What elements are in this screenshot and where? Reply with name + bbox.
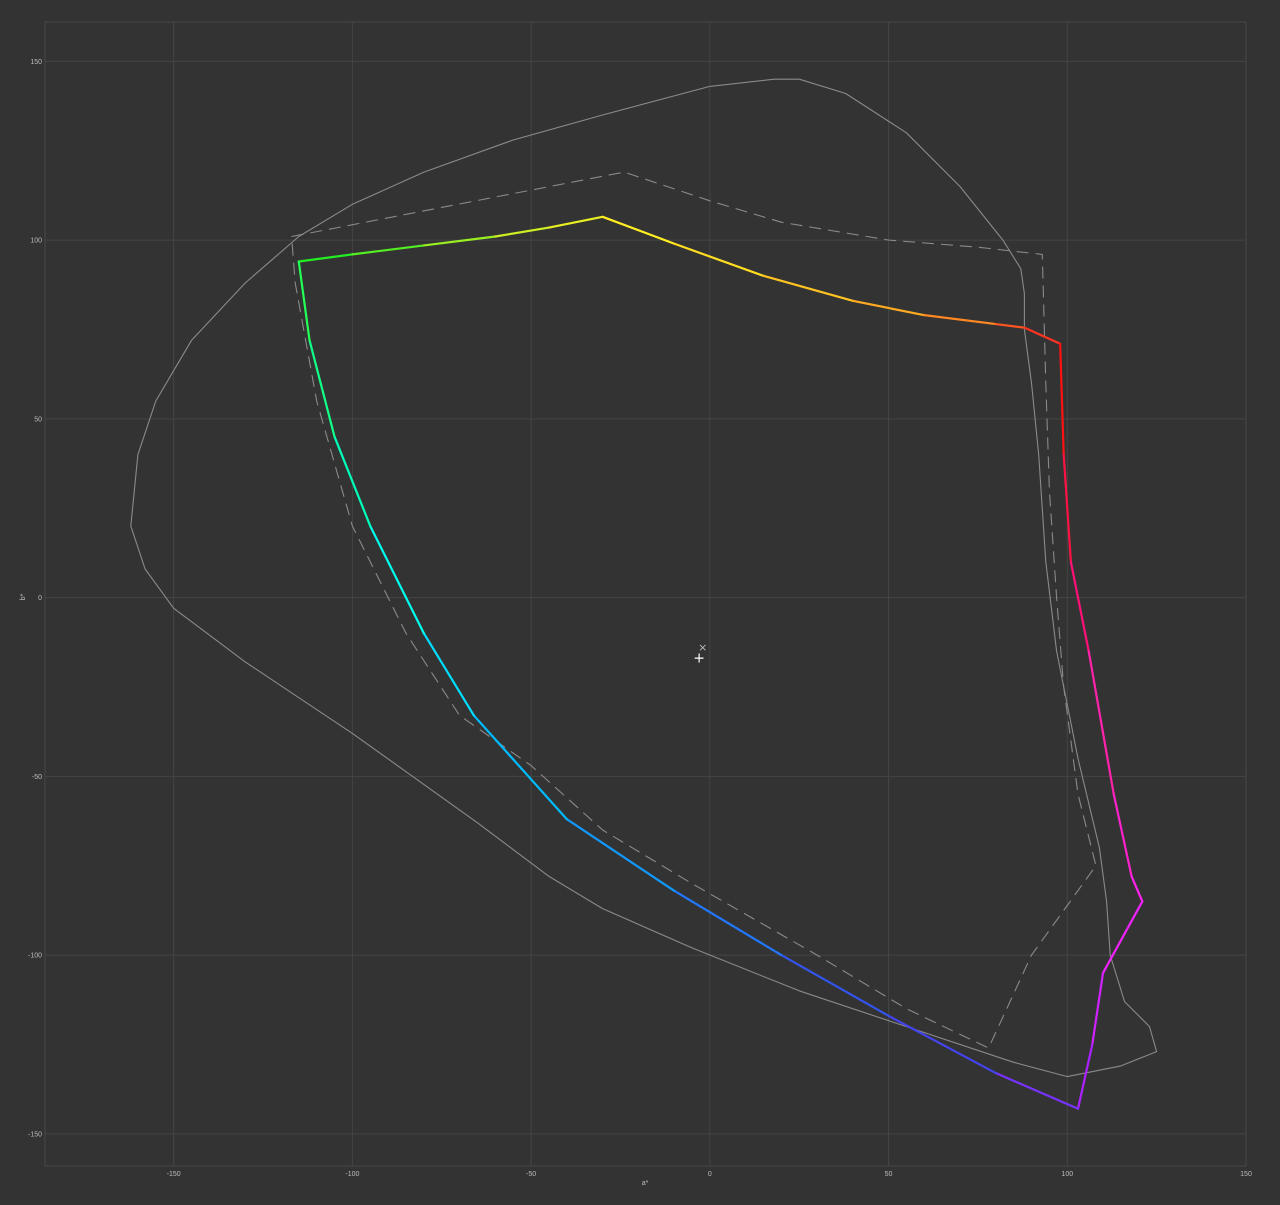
y-tick-label: 150 [30, 59, 42, 66]
x-tick-label: 50 [885, 1171, 893, 1178]
chart-background [0, 0, 1280, 1205]
x-tick-label: -50 [526, 1171, 536, 1178]
x-tick-label: 150 [1240, 1171, 1252, 1178]
y-tick-label: 100 [30, 238, 42, 245]
white-point-plus-marker: + [693, 650, 705, 666]
x-axis-label: a* [642, 1180, 649, 1187]
chromaticity-chart: ×+ -150 -100 -50 0 50 100 150-150-100-50050100… [0, 0, 1280, 1205]
x-tick-label: -150 [167, 1171, 181, 1178]
y-tick-label: -150 [28, 1131, 42, 1138]
x-tick-label: 0 [708, 1171, 712, 1178]
y-tick-label: 0 [38, 595, 42, 602]
y-tick-label: 50 [34, 416, 42, 423]
y-tick-label: -50 [32, 774, 42, 781]
x-tick-label: -100 [345, 1171, 359, 1178]
x-tick-label: 100 [1061, 1171, 1073, 1178]
y-tick-label: -100 [28, 953, 42, 960]
chart-container: × + -150 -100 -50 0 50 100 150 -150 -100 -50 0 50 100… [0, 0, 1280, 1205]
y-axis-label: b* [20, 593, 27, 600]
